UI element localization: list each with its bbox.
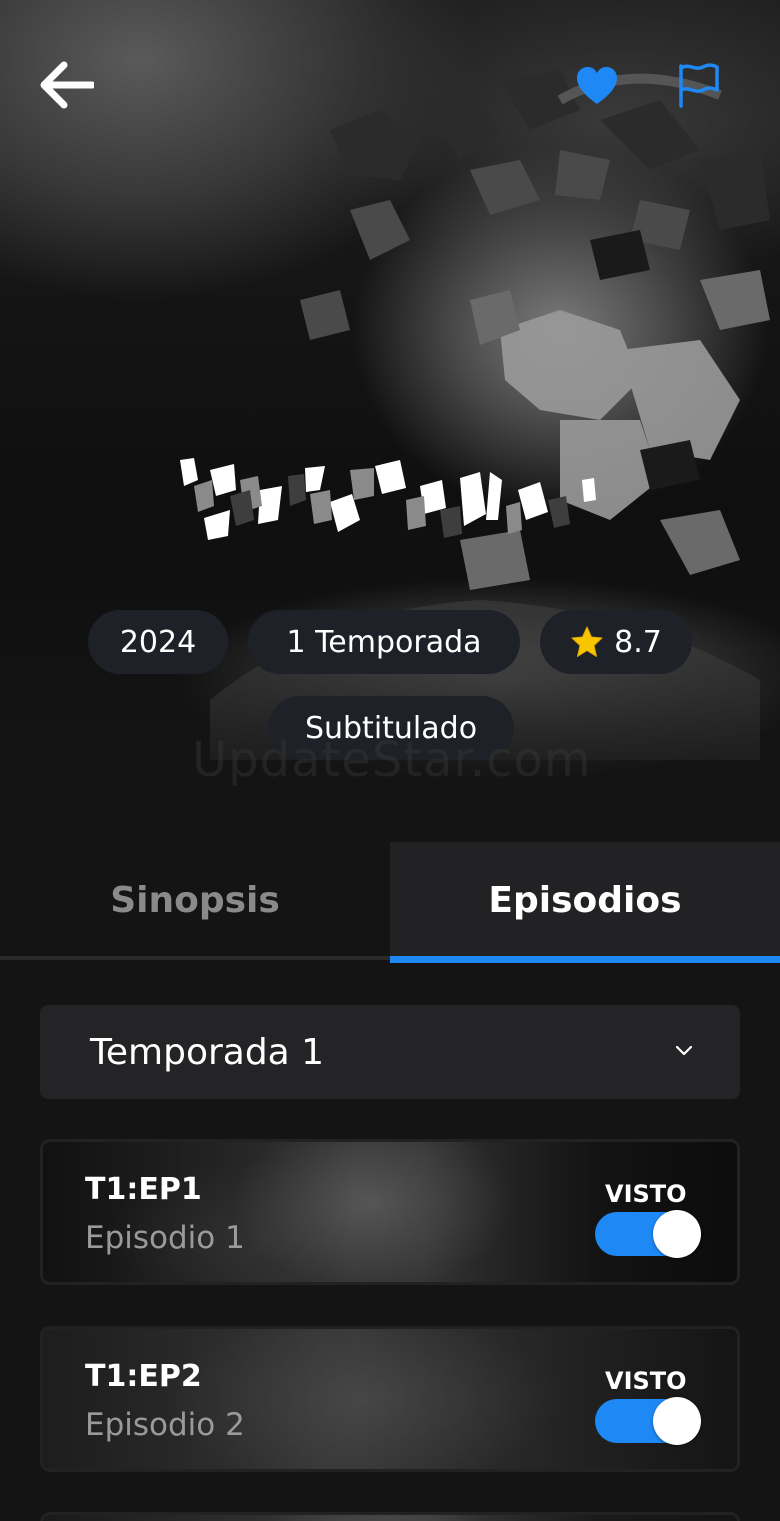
watched-label: VISTO (605, 1180, 687, 1208)
series-logo (180, 458, 596, 540)
back-button[interactable] (32, 56, 100, 114)
seasons-text: 1 Temporada (286, 624, 482, 660)
seasons-badge: 1 Temporada (248, 610, 520, 674)
rating-text: 8.7 (614, 624, 662, 660)
chevron-down-icon (675, 1045, 693, 1056)
episode-code: T1:EP2 (85, 1359, 202, 1394)
tab-bar: Sinopsis Episodios (0, 842, 780, 964)
flag-icon (679, 63, 719, 108)
toggle-knob (653, 1397, 701, 1445)
episode-card-partial[interactable] (40, 1512, 740, 1521)
watched-toggle[interactable] (595, 1210, 701, 1258)
episode-card[interactable]: T1:EP1 Episodio 1 VISTO (40, 1139, 740, 1285)
year-badge: 2024 (88, 610, 228, 674)
tab-synopsis[interactable]: Sinopsis (0, 842, 390, 958)
toggle-knob (653, 1210, 701, 1258)
series-detail-screen: 2024 1 Temporada 8.7 Subtitulado UpdateS… (0, 0, 780, 1521)
episode-thumbnail (43, 1515, 737, 1521)
active-tab-indicator (390, 956, 780, 963)
arrow-left-icon (40, 61, 94, 109)
episode-title: Episodio 1 (85, 1220, 245, 1256)
watermark: UpdateStar.com (192, 732, 592, 788)
tab-episodes[interactable]: Episodios (390, 842, 780, 958)
tab-episodes-label: Episodios (488, 879, 682, 921)
report-button[interactable] (672, 58, 726, 112)
year-text: 2024 (119, 624, 197, 660)
episode-title: Episodio 2 (85, 1407, 245, 1443)
favorite-button[interactable] (570, 62, 624, 110)
episode-card[interactable]: T1:EP2 Episodio 2 VISTO (40, 1326, 740, 1472)
season-dropdown-value: Temporada 1 (90, 1031, 325, 1073)
heart-icon (577, 67, 617, 104)
watched-label: VISTO (605, 1367, 687, 1395)
episode-code: T1:EP1 (85, 1172, 202, 1207)
rating-badge: 8.7 (540, 610, 692, 674)
season-dropdown[interactable]: Temporada 1 (40, 1005, 740, 1099)
watched-toggle[interactable] (595, 1397, 701, 1445)
star-icon (571, 626, 603, 657)
tab-synopsis-label: Sinopsis (110, 879, 280, 921)
